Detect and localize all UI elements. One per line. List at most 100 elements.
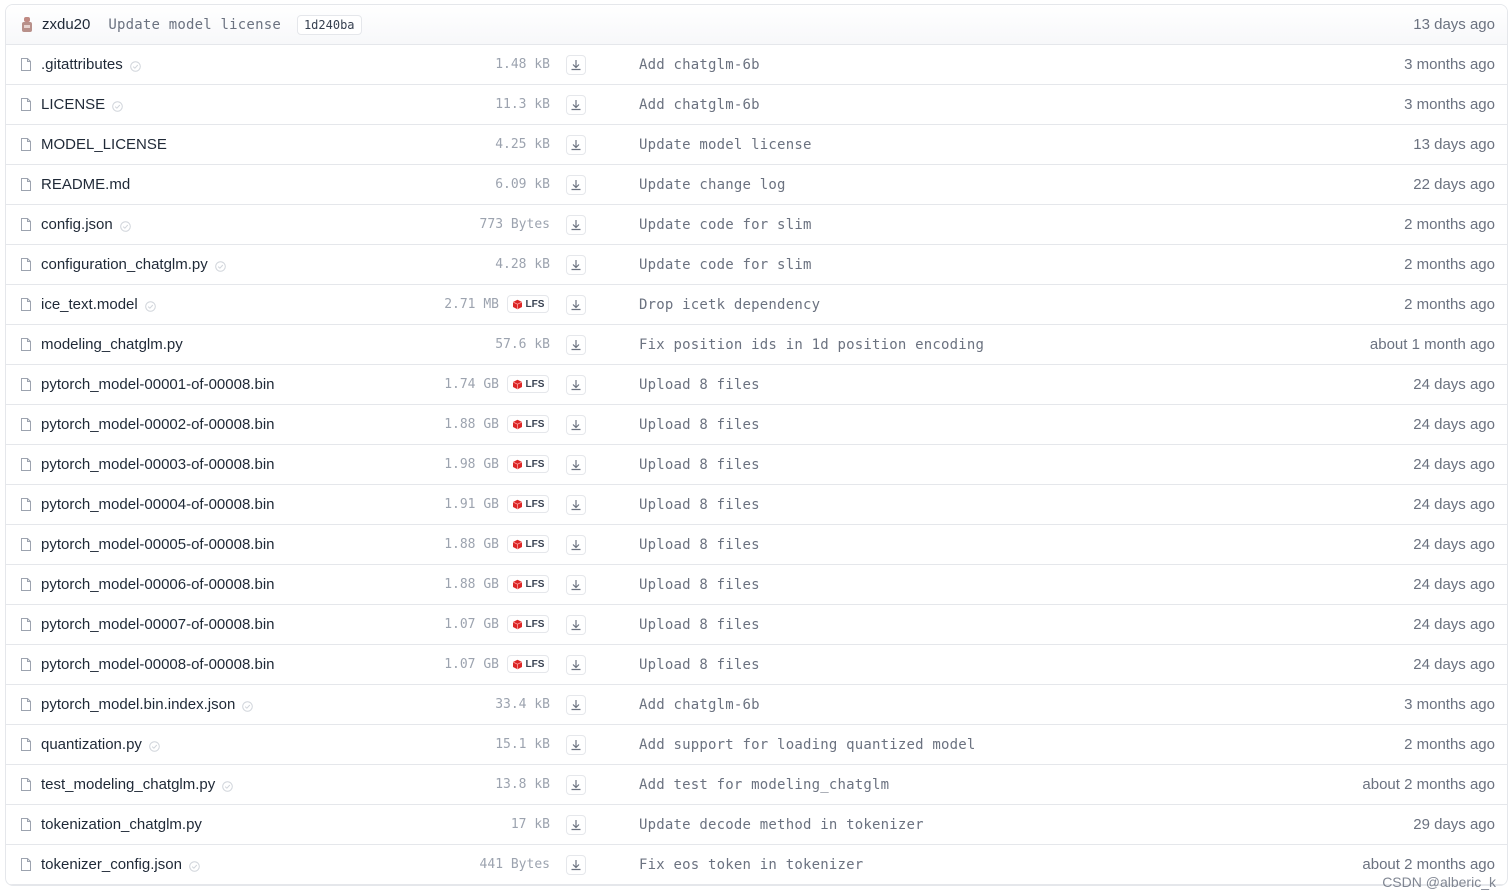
- download-button[interactable]: [566, 855, 586, 875]
- file-name-link[interactable]: tokenization_chatglm.py: [41, 816, 202, 833]
- download-button[interactable]: [566, 535, 586, 555]
- file-name-text: pytorch_model-00001-of-00008.bin: [41, 376, 275, 393]
- file-commit-message-link[interactable]: Add chatglm-6b: [639, 97, 760, 113]
- file-name-link[interactable]: tokenizer_config.json: [41, 856, 200, 873]
- file-name-link[interactable]: README.md: [41, 176, 130, 193]
- file-commit-message-link[interactable]: Upload 8 files: [639, 537, 760, 553]
- download-button[interactable]: [566, 495, 586, 515]
- file-name-link[interactable]: modeling_chatglm.py: [41, 336, 183, 353]
- file-commit-message-link[interactable]: Fix eos token in tokenizer: [639, 857, 863, 873]
- download-icon: [571, 340, 581, 351]
- file-icon: [21, 338, 31, 351]
- file-commit-message-link[interactable]: Update change log: [639, 177, 786, 193]
- file-row: pytorch_model-00006-of-00008.bin 1.88 GB…: [6, 565, 1507, 605]
- lfs-badge[interactable]: LFS: [507, 615, 549, 633]
- file-name-link[interactable]: config.json: [41, 216, 131, 233]
- file-name-link[interactable]: pytorch_model.bin.index.json: [41, 696, 254, 713]
- file-name-link[interactable]: test_modeling_chatglm.py: [41, 776, 234, 793]
- file-name-link[interactable]: pytorch_model-00004-of-00008.bin: [41, 496, 275, 513]
- file-row: pytorch_model-00008-of-00008.bin 1.07 GB…: [6, 645, 1507, 685]
- file-icon: [21, 418, 31, 431]
- download-button[interactable]: [566, 415, 586, 435]
- file-size: 2.71 MB: [444, 297, 499, 312]
- file-commit-message-link[interactable]: Upload 8 files: [639, 377, 760, 393]
- file-commit-message-link[interactable]: Update model license: [639, 137, 812, 153]
- download-button[interactable]: [566, 55, 586, 75]
- lfs-badge[interactable]: LFS: [507, 655, 549, 673]
- lfs-badge[interactable]: LFS: [507, 455, 549, 473]
- file-row: modeling_chatglm.py 57.6 kB Fix position…: [6, 325, 1507, 365]
- file-name-text: test_modeling_chatglm.py: [41, 776, 216, 793]
- file-name-link[interactable]: quantization.py: [41, 736, 160, 753]
- file-name-link[interactable]: configuration_chatglm.py: [41, 256, 226, 273]
- commit-sha-link[interactable]: 1d240ba: [296, 14, 362, 35]
- download-button[interactable]: [566, 255, 586, 275]
- download-button[interactable]: [566, 215, 586, 235]
- file-commit-message-link[interactable]: Add test for modeling_chatglm: [639, 777, 889, 793]
- download-button[interactable]: [566, 295, 586, 315]
- file-name-link[interactable]: .gitattributes: [41, 56, 141, 73]
- file-commit-message-link[interactable]: Upload 8 files: [639, 457, 760, 473]
- file-commit-message-link[interactable]: Upload 8 files: [639, 417, 760, 433]
- file-name-link[interactable]: pytorch_model-00005-of-00008.bin: [41, 536, 275, 553]
- lfs-cube-icon: [512, 539, 522, 549]
- download-button[interactable]: [566, 735, 586, 755]
- download-button[interactable]: [566, 695, 586, 715]
- lfs-badge[interactable]: LFS: [507, 375, 549, 393]
- lfs-label: LFS: [525, 538, 545, 550]
- file-commit-message-link[interactable]: Upload 8 files: [639, 577, 760, 593]
- download-button[interactable]: [566, 135, 586, 155]
- download-button[interactable]: [566, 375, 586, 395]
- commit-message-link[interactable]: Update model license: [108, 17, 281, 33]
- download-button[interactable]: [566, 575, 586, 595]
- file-size: 15.1 kB: [495, 737, 550, 752]
- file-commit-message-link[interactable]: Drop icetk dependency: [639, 297, 820, 313]
- file-commit-message-link[interactable]: Upload 8 files: [639, 617, 760, 633]
- file-name-text: pytorch_model-00004-of-00008.bin: [41, 496, 275, 513]
- download-button[interactable]: [566, 335, 586, 355]
- avatar-icon[interactable]: [20, 16, 34, 34]
- download-button[interactable]: [566, 655, 586, 675]
- file-date: 24 days ago: [1413, 416, 1495, 433]
- file-commit-message-link[interactable]: Update decode method in tokenizer: [639, 817, 924, 833]
- download-button[interactable]: [566, 175, 586, 195]
- download-icon: [571, 420, 581, 431]
- lfs-label: LFS: [525, 498, 545, 510]
- file-name-link[interactable]: LICENSE: [41, 96, 124, 113]
- file-icon: [21, 578, 31, 591]
- lfs-badge[interactable]: LFS: [507, 295, 549, 313]
- lfs-cube-icon: [512, 499, 522, 509]
- commit-author-link[interactable]: zxdu20: [42, 16, 90, 33]
- file-commit-message-link[interactable]: Fix position ids in 1d position encoding: [639, 337, 984, 353]
- lfs-badge[interactable]: LFS: [507, 575, 549, 593]
- download-button[interactable]: [566, 455, 586, 475]
- file-name-link[interactable]: MODEL_LICENSE: [41, 136, 167, 153]
- file-name-link[interactable]: ice_text.model: [41, 296, 156, 313]
- file-name-link[interactable]: pytorch_model-00008-of-00008.bin: [41, 656, 275, 673]
- file-commit-message-link[interactable]: Upload 8 files: [639, 497, 760, 513]
- file-icon: [21, 618, 31, 631]
- file-name-link[interactable]: pytorch_model-00001-of-00008.bin: [41, 376, 275, 393]
- file-date: 2 months ago: [1404, 736, 1495, 753]
- download-button[interactable]: [566, 775, 586, 795]
- file-name-link[interactable]: pytorch_model-00007-of-00008.bin: [41, 616, 275, 633]
- file-row: tokenizer_config.json 441 Bytes Fix eos …: [6, 845, 1507, 885]
- file-commit-message-link[interactable]: Upload 8 files: [639, 657, 760, 673]
- lfs-badge[interactable]: LFS: [507, 495, 549, 513]
- file-commit-message-link[interactable]: Add chatglm-6b: [639, 697, 760, 713]
- file-commit-message-link[interactable]: Add chatglm-6b: [639, 57, 760, 73]
- file-name-link[interactable]: pytorch_model-00003-of-00008.bin: [41, 456, 275, 473]
- file-name-link[interactable]: pytorch_model-00002-of-00008.bin: [41, 416, 275, 433]
- file-row: pytorch_model-00002-of-00008.bin 1.88 GB…: [6, 405, 1507, 445]
- file-row: pytorch_model-00003-of-00008.bin 1.98 GB…: [6, 445, 1507, 485]
- lfs-badge[interactable]: LFS: [507, 415, 549, 433]
- file-commit-message-link[interactable]: Add support for loading quantized model: [639, 737, 976, 753]
- download-button[interactable]: [566, 815, 586, 835]
- file-commit-message-link[interactable]: Update code for slim: [639, 217, 812, 233]
- lfs-badge[interactable]: LFS: [507, 535, 549, 553]
- download-button[interactable]: [566, 95, 586, 115]
- file-row: pytorch_model-00007-of-00008.bin 1.07 GB…: [6, 605, 1507, 645]
- file-name-link[interactable]: pytorch_model-00006-of-00008.bin: [41, 576, 275, 593]
- file-commit-message-link[interactable]: Update code for slim: [639, 257, 812, 273]
- download-button[interactable]: [566, 615, 586, 635]
